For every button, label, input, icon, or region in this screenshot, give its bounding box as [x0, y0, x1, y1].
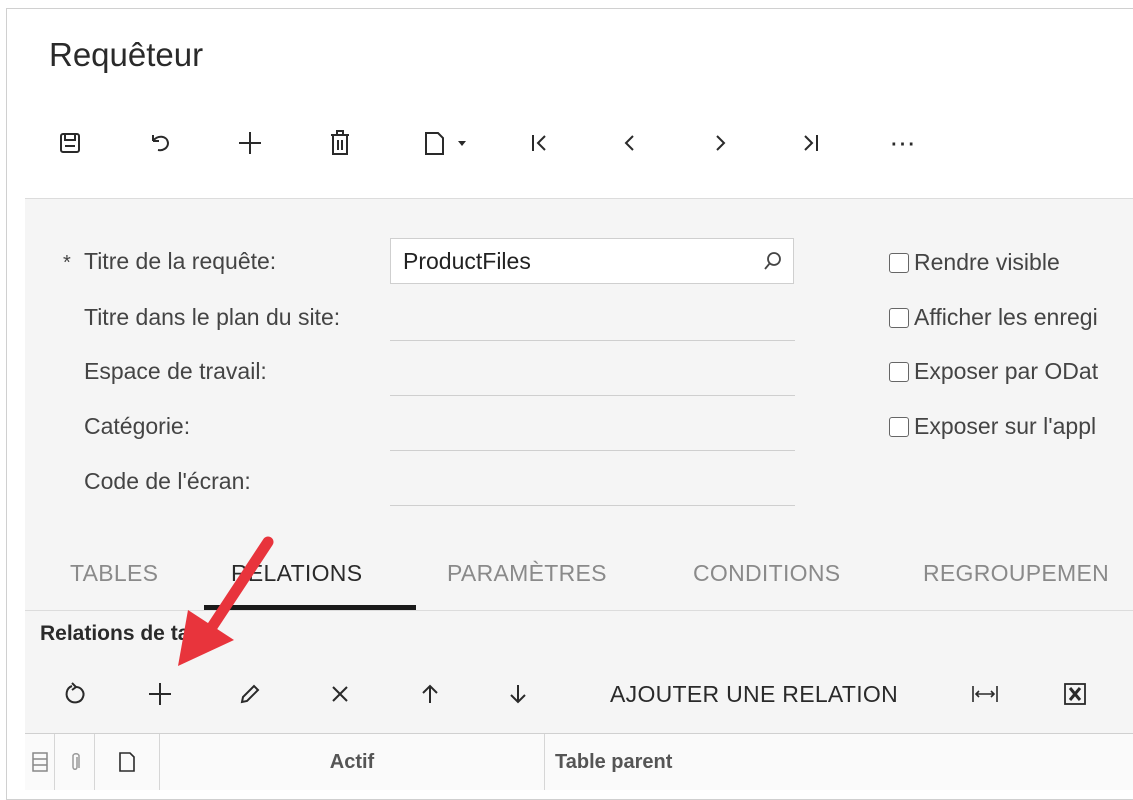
label-screen-code: Code de l'écran:: [84, 468, 251, 494]
trash-icon: [331, 130, 349, 155]
add-row-button[interactable]: [140, 668, 180, 720]
paperclip-icon: [71, 753, 80, 770]
row-selector-header[interactable]: [25, 734, 55, 790]
checkbox-label: Exposer par ODat: [914, 358, 1099, 384]
checkbox-label: Exposer sur l'appl: [914, 413, 1097, 439]
checkbox-expose-app[interactable]: Exposer sur l'appl: [889, 413, 1096, 440]
tab-grouping[interactable]: REGROUPEMEN: [923, 560, 1109, 587]
tab-tables[interactable]: TABLES: [70, 560, 158, 587]
fit-columns-button[interactable]: [965, 668, 1005, 720]
column-header-label: Table parent: [555, 750, 673, 773]
main-toolbar: ⋯: [0, 118, 1133, 168]
page-title: Requêteur: [49, 36, 204, 73]
caret-down-icon: [458, 141, 466, 146]
plus-icon: [239, 132, 261, 154]
query-title-value: ProductFiles: [403, 247, 531, 274]
tab-parameters[interactable]: PARAMÈTRES: [447, 560, 607, 587]
tab-conditions[interactable]: CONDITIONS: [693, 560, 840, 587]
label-workspace: Espace de travail:: [84, 358, 267, 384]
workspace-field[interactable]: [390, 394, 795, 396]
relations-toolbar: AJOUTER UNE RELATION: [25, 668, 1133, 720]
note-header[interactable]: [95, 734, 160, 790]
checkbox-box[interactable]: [889, 416, 909, 437]
label-category: Catégorie:: [84, 413, 191, 439]
next-button[interactable]: [700, 118, 740, 168]
add-relation-label: AJOUTER UNE RELATION: [610, 680, 898, 707]
add-button[interactable]: [230, 118, 270, 168]
checkbox-label: Rendre visible: [914, 249, 1060, 275]
document-icon: [119, 752, 135, 772]
checkbox-show-records[interactable]: Afficher les enregi: [889, 304, 1098, 331]
label-query-title: Titre de la requête:: [84, 248, 277, 274]
checkbox-make-visible[interactable]: Rendre visible: [889, 249, 1060, 276]
delete-button[interactable]: [320, 118, 360, 168]
query-title-input[interactable]: ProductFiles: [390, 238, 794, 284]
previous-button[interactable]: [610, 118, 650, 168]
previous-icon: [624, 135, 634, 151]
undo-button[interactable]: [140, 118, 180, 168]
arrow-up-icon: [422, 684, 438, 703]
required-mark: *: [63, 252, 71, 274]
column-parent-table[interactable]: Table parent: [545, 734, 1133, 790]
copy-paste-icon: [425, 132, 444, 155]
row-list-icon: [31, 752, 48, 772]
move-down-button[interactable]: [498, 668, 538, 720]
edit-button[interactable]: [230, 668, 270, 720]
sitemap-title-field[interactable]: [390, 339, 795, 341]
move-up-button[interactable]: [410, 668, 450, 720]
plus-icon: [149, 683, 171, 705]
tabs-divider: [25, 610, 1133, 611]
checkbox-box[interactable]: [889, 361, 909, 382]
arrow-down-icon: [510, 685, 526, 704]
pencil-icon: [240, 684, 260, 704]
column-actif[interactable]: Actif: [160, 734, 545, 790]
checkbox-label: Afficher les enregi: [914, 304, 1098, 330]
excel-icon: [1064, 683, 1086, 705]
export-excel-button[interactable]: [1055, 668, 1095, 720]
add-relation-button[interactable]: AJOUTER UNE RELATION: [591, 668, 917, 720]
refresh-icon: [65, 682, 85, 704]
next-icon: [716, 135, 726, 151]
category-field[interactable]: [390, 449, 795, 451]
column-header-label: Actif: [329, 750, 375, 773]
tab-bar: TABLES RELATIONS PARAMÈTRES CONDITIONS R…: [25, 548, 1133, 610]
last-record-icon: [804, 135, 818, 151]
undo-icon: [152, 135, 170, 152]
copy-paste-dropdown[interactable]: [410, 118, 480, 168]
last-record-button[interactable]: [790, 118, 830, 168]
refresh-button[interactable]: [55, 668, 95, 720]
search-icon[interactable]: [753, 250, 793, 272]
save-icon: [60, 133, 80, 153]
more-button[interactable]: ⋯: [878, 118, 928, 168]
delete-row-button[interactable]: [320, 668, 360, 720]
more-icon: ⋯: [889, 128, 917, 158]
first-record-icon: [532, 135, 546, 151]
screen-code-field[interactable]: [390, 504, 795, 506]
close-icon: [332, 686, 348, 702]
checkbox-box[interactable]: [889, 252, 909, 273]
fit-width-icon: [972, 686, 998, 702]
attachment-header[interactable]: [55, 734, 95, 790]
first-record-button[interactable]: [520, 118, 560, 168]
label-sitemap-title: Titre dans le plan du site:: [84, 304, 341, 330]
section-title: Relations de table: [40, 622, 220, 645]
tab-relations[interactable]: RELATIONS: [231, 560, 362, 587]
checkbox-expose-odata[interactable]: Exposer par ODat: [889, 358, 1098, 385]
checkbox-box[interactable]: [889, 307, 909, 328]
save-button[interactable]: [50, 118, 90, 168]
grid-header: Actif Table parent: [25, 733, 1133, 790]
